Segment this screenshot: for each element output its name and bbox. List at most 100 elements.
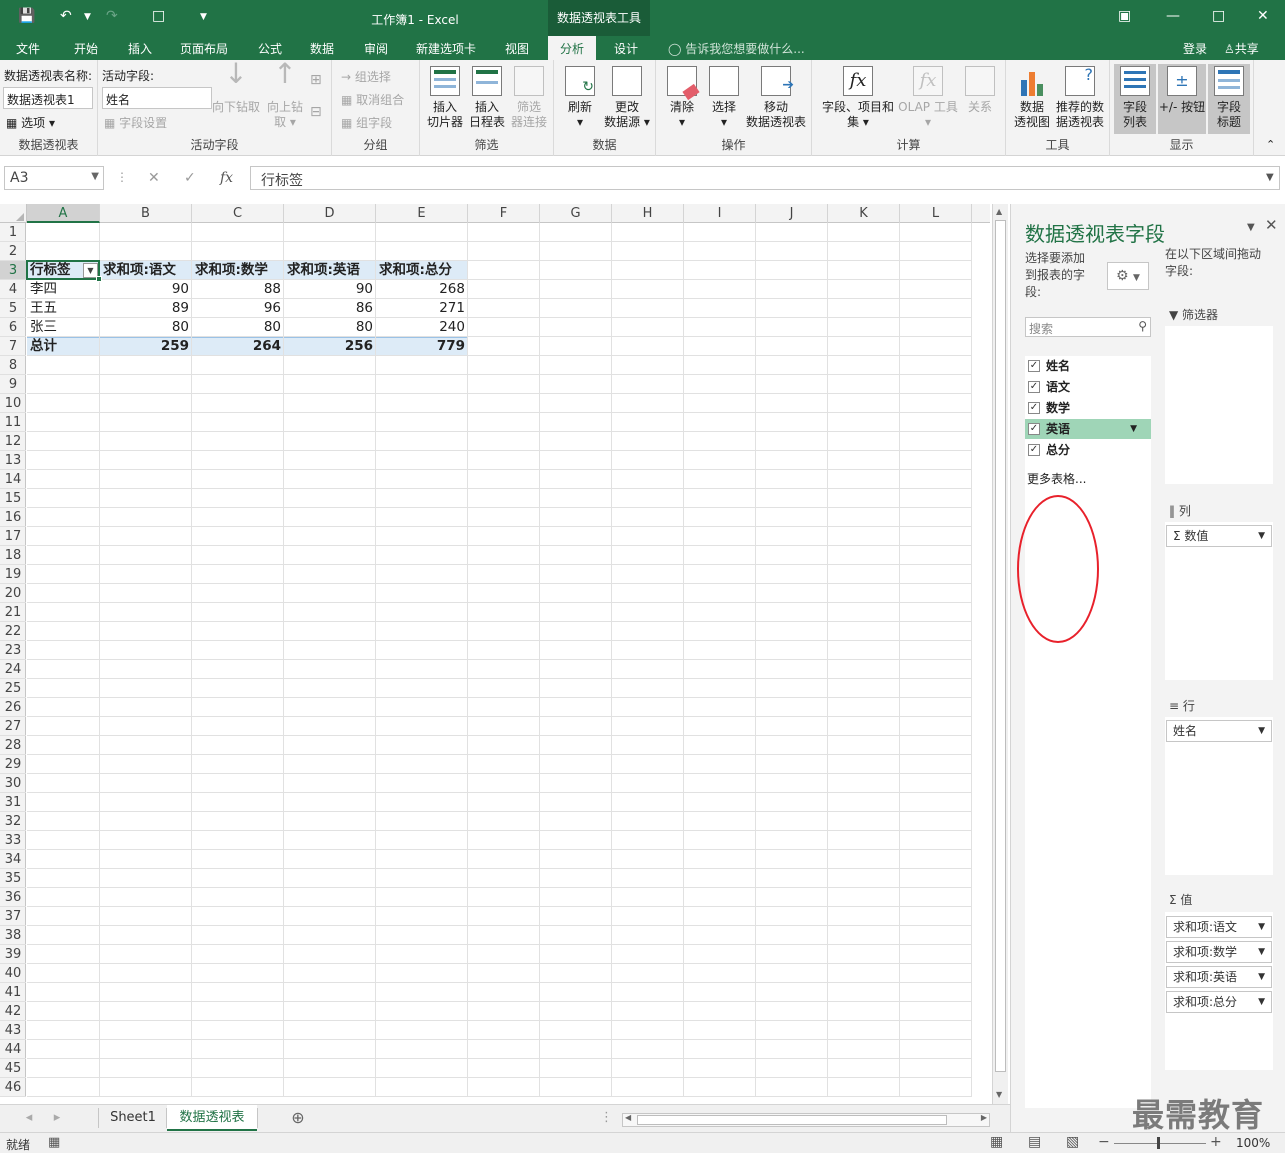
field-item-english[interactable]: ✓ 英语 ▼ [1025, 419, 1151, 439]
clear-button[interactable]: 清除 ▾ [662, 66, 702, 130]
row-header[interactable]: 9 [0, 375, 26, 394]
zoom-slider-thumb[interactable] [1157, 1137, 1160, 1149]
scroll-right-icon[interactable]: ▶ [981, 1113, 987, 1122]
fields-items-sets-button[interactable]: fx 字段、项目和集 ▾ [816, 66, 900, 130]
row-header[interactable]: 24 [0, 660, 26, 679]
field-item-math[interactable]: ✓ 数学 [1025, 398, 1151, 418]
row-header[interactable]: 2 [0, 242, 26, 261]
row-header[interactable]: 25 [0, 679, 26, 698]
h-scroll-thumb[interactable] [637, 1115, 947, 1125]
select-button[interactable]: 选择 ▾ [704, 66, 744, 130]
row-header[interactable]: 34 [0, 850, 26, 869]
row-header[interactable]: 32 [0, 812, 26, 831]
row-header[interactable]: 13 [0, 451, 26, 470]
pivot-value-cell[interactable]: 90 [100, 280, 192, 299]
pivot-value-header[interactable]: 求和项:数学 [192, 261, 284, 280]
insert-slicer-button[interactable]: 插入 切片器 [424, 66, 466, 130]
row-header[interactable]: 4 [0, 280, 26, 299]
tab-analyze[interactable]: 分析 [548, 36, 597, 60]
share-button[interactable]: ♙共享 [1224, 40, 1259, 57]
close-icon[interactable]: ✕ [1257, 8, 1269, 24]
row-header[interactable]: 31 [0, 793, 26, 812]
row-header[interactable]: 18 [0, 546, 26, 565]
row-header[interactable]: 44 [0, 1040, 26, 1059]
row-header[interactable]: 7 [0, 337, 26, 356]
checkbox-checked-icon[interactable]: ✓ [1028, 444, 1040, 456]
tab-data[interactable]: 数据 [310, 40, 334, 57]
column-header[interactable]: J [756, 204, 828, 223]
pivot-total-cell[interactable]: 259 [100, 337, 192, 356]
options-button[interactable]: ▦ 选项 ▾ [6, 114, 55, 131]
field-item-chinese[interactable]: ✓ 语文 [1025, 377, 1151, 397]
row-header[interactable]: 38 [0, 926, 26, 945]
recommended-pivottables-button[interactable]: ? 推荐的数 据透视表 [1052, 66, 1108, 130]
scroll-left-icon[interactable]: ◀ [625, 1113, 631, 1122]
scroll-thumb[interactable] [995, 220, 1006, 1072]
tab-design[interactable]: 设计 [614, 40, 638, 57]
row-header[interactable]: 14 [0, 470, 26, 489]
row-header[interactable]: 17 [0, 527, 26, 546]
row-header[interactable]: 43 [0, 1021, 26, 1040]
insert-function-icon[interactable]: fx [220, 170, 233, 186]
change-source-button[interactable]: 更改 数据源 ▾ [602, 66, 652, 130]
column-header[interactable]: C [192, 204, 284, 223]
more-tables-link[interactable]: 更多表格... [1027, 469, 1153, 489]
row-header[interactable]: 1 [0, 223, 26, 242]
active-field-input[interactable]: 姓名 [102, 87, 212, 109]
row-header[interactable]: 46 [0, 1078, 26, 1097]
tab-formulas[interactable]: 公式 [258, 40, 282, 57]
row-header[interactable]: 28 [0, 736, 26, 755]
pivot-value-cell[interactable]: 89 [100, 299, 192, 318]
page-layout-view-icon[interactable]: ▤ [1028, 1134, 1041, 1150]
row-header[interactable]: 27 [0, 717, 26, 736]
row-header[interactable]: 8 [0, 356, 26, 375]
pivot-total-cell[interactable]: 256 [284, 337, 376, 356]
zoom-out-icon[interactable]: − [1098, 1134, 1110, 1150]
row-header[interactable]: 3 [0, 261, 26, 280]
field-headers-button[interactable]: 字段 标题 [1208, 64, 1250, 134]
row-header[interactable]: 19 [0, 565, 26, 584]
pivot-value-cell[interactable]: 240 [376, 318, 468, 337]
enter-icon[interactable]: ✓ [184, 170, 196, 186]
next-sheet-icon[interactable]: ▸ [50, 1105, 64, 1131]
column-header[interactable]: G [540, 204, 612, 223]
move-pivottable-button[interactable]: ➔ 移动 数据透视表 [744, 66, 808, 130]
normal-view-icon[interactable]: ▦ [990, 1134, 1003, 1150]
field-search-input[interactable]: 搜索 ⚲ [1025, 317, 1151, 337]
sheet-tab-pivot[interactable]: 数据透视表 [167, 1105, 257, 1131]
login-link[interactable]: 登录 [1183, 40, 1207, 57]
row-header[interactable]: 12 [0, 432, 26, 451]
maximize-icon[interactable]: □ [1212, 8, 1225, 24]
row-header[interactable]: 45 [0, 1059, 26, 1078]
row-header[interactable]: 22 [0, 622, 26, 641]
scroll-down-icon[interactable]: ▼ [996, 1090, 1002, 1099]
pivot-value-cell[interactable]: 268 [376, 280, 468, 299]
pivot-value-header[interactable]: 求和项:英语 [284, 261, 376, 280]
insert-timeline-button[interactable]: 插入 日程表 [466, 66, 508, 130]
row-header[interactable]: 11 [0, 413, 26, 432]
row-header[interactable]: 5 [0, 299, 26, 318]
row-header[interactable]: 30 [0, 774, 26, 793]
column-header[interactable]: D [284, 204, 376, 223]
page-break-view-icon[interactable]: ▧ [1066, 1134, 1079, 1150]
tell-me-input[interactable]: ◯ 告诉我您想要做什么... [668, 40, 805, 57]
tab-home[interactable]: 开始 [74, 40, 98, 57]
column-header[interactable]: K [828, 204, 900, 223]
cancel-icon[interactable]: ✕ [148, 170, 160, 186]
values-chip-total[interactable]: 求和项:总分 ▼ [1166, 991, 1272, 1013]
row-header[interactable]: 37 [0, 907, 26, 926]
row-header[interactable]: 39 [0, 945, 26, 964]
pivot-value-cell[interactable]: 80 [100, 318, 192, 337]
values-chip-math[interactable]: 求和项:数学 ▼ [1166, 941, 1272, 963]
field-item-name[interactable]: ✓ 姓名 [1025, 356, 1151, 376]
row-header[interactable]: 20 [0, 584, 26, 603]
zoom-slider[interactable] [1114, 1143, 1206, 1144]
zoom-in-icon[interactable]: + [1210, 1134, 1222, 1150]
row-header[interactable]: 42 [0, 1002, 26, 1021]
pivot-total-label[interactable]: 总计 [27, 337, 100, 356]
tab-new[interactable]: 新建选项卡 [416, 40, 476, 57]
checkbox-checked-icon[interactable]: ✓ [1028, 423, 1040, 435]
select-all-corner[interactable] [0, 204, 27, 223]
column-header[interactable]: E [376, 204, 468, 223]
fill-handle[interactable] [96, 276, 102, 282]
